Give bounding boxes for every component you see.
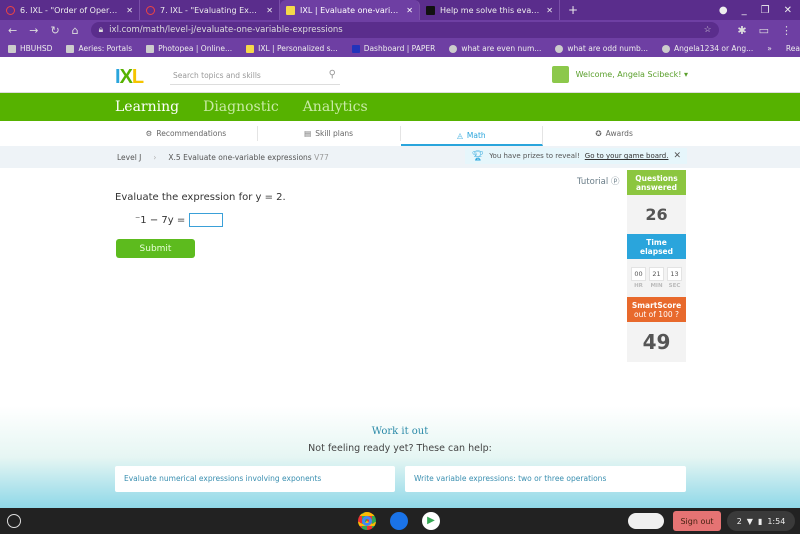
help-subtitle: Not feeling ready yet? These can help: <box>308 443 492 454</box>
launcher-icon[interactable] <box>7 514 21 528</box>
tab-recommendations[interactable]: ⚙ Recommendations <box>115 126 258 141</box>
math-icon: ◬ <box>457 130 463 140</box>
bookmark[interactable]: Aeries: Portals <box>66 44 132 53</box>
help-title: Work it out <box>371 426 429 437</box>
new-tab-icon[interactable]: + <box>560 3 578 17</box>
close-icon[interactable]: ✕ <box>673 151 681 161</box>
tab-strip: 6. IXL - "Order of Operations Pra✕ 7. IX… <box>0 0 800 20</box>
tab-skill-plans[interactable]: ▤ Skill plans <box>258 126 401 141</box>
recommendations-icon: ⚙ <box>145 129 153 138</box>
minimize-icon[interactable]: _ <box>742 5 747 16</box>
prize-banner: 🏆︎ You have prizes to reveal! Go to your… <box>465 148 687 164</box>
forward-icon[interactable]: → <box>29 24 38 37</box>
breadcrumb-level[interactable]: Level J <box>117 153 141 162</box>
submit-button[interactable]: Submit <box>116 239 195 258</box>
bookmark[interactable]: HBUHSD <box>8 44 52 53</box>
tutorial-link[interactable]: Tutorial ⓟ <box>577 175 619 187</box>
restore-icon[interactable]: ❐ <box>761 5 770 16</box>
search-icon[interactable]: ⚲ <box>329 69 336 80</box>
user-menu[interactable]: Welcome, Angela Scibeck! ▾ <box>551 66 688 83</box>
address-bar[interactable]: 🔒︎ ixl.com/math/level-j/evaluate-one-vari… <box>90 22 720 38</box>
profile-icon[interactable]: ● <box>719 5 728 16</box>
reload-icon[interactable]: ↻ <box>50 24 59 37</box>
nav-diagnostic[interactable]: Diagnostic <box>203 99 279 115</box>
sub-nav: ⚙ Recommendations ▤ Skill plans ◬ Math ✪ Awa… <box>0 121 800 146</box>
stats-panel: Questions answered 26 Time elapsed 00 HR 21… <box>627 170 686 362</box>
close-icon[interactable]: ✕ <box>406 6 413 15</box>
search-input[interactable]: Search topics and skills ⚲ <box>170 67 340 85</box>
bookmark[interactable]: Angela1234 or Ang... <box>661 44 753 53</box>
question-prompt: Evaluate the expression for y = 2. <box>115 192 286 203</box>
help-link[interactable]: Evaluate numerical expressions involving… <box>115 466 395 492</box>
practice-area: Evaluate the expression for y = 2. ⁻1 − … <box>0 168 800 508</box>
tab-math[interactable]: ◬ Math <box>400 126 544 146</box>
smartscore: 49 <box>642 329 671 354</box>
time-elapsed: 00 HR 21 MIN 13 SEC <box>627 259 686 297</box>
bookmarks-bar: HBUHSD Aeries: Portals Photopea | Online… <box>0 40 800 57</box>
lock-icon: 🔒︎ <box>98 25 104 35</box>
cast-icon[interactable]: ▭ <box>759 24 769 37</box>
os-shelf: ▶ Sign out 2 ▼ ▮ 1:54 <box>0 508 800 534</box>
ixl-red-circle-icon <box>6 5 15 15</box>
breadcrumb-skill: X.5 Evaluate one-variable expressions <box>168 152 312 162</box>
tote-icon[interactable] <box>628 513 664 529</box>
browser-tab[interactable]: 6. IXL - "Order of Operations Pra✕ <box>0 0 140 20</box>
smartscore-help[interactable]: out of 100 ? <box>627 310 686 319</box>
browser-tab[interactable]: Help me solve this evaluating ex✕ <box>420 0 560 20</box>
clock: 1:54 <box>767 516 786 526</box>
notification-count: 2 <box>736 516 742 526</box>
back-icon[interactable]: ← <box>8 24 17 37</box>
help-link[interactable]: Write variable expressions: two or three… <box>405 466 686 492</box>
chrome-icon[interactable] <box>358 512 376 530</box>
questions-answered: 26 <box>645 205 668 224</box>
battery-icon: ▮ <box>757 516 763 526</box>
close-window-icon[interactable]: ✕ <box>784 5 792 16</box>
star-icon[interactable]: ☆ <box>704 25 712 35</box>
trophy-icon: 🏆︎ <box>471 150 485 162</box>
reading-list[interactable]: Reading list <box>786 44 800 53</box>
skill-plans-icon: ▤ <box>304 129 312 138</box>
browser-tab[interactable]: 7. IXL - "Evaluating Expressions"✕ <box>140 0 280 20</box>
sign-out-button[interactable]: Sign out <box>673 511 721 531</box>
bookmark[interactable]: IXL | Personalized s... <box>246 44 338 53</box>
game-board-link[interactable]: Go to your game board. <box>585 152 669 160</box>
toolbar: ← → ↻ ⌂ 🔒︎ ixl.com/math/level-j/evaluate-one… <box>0 20 800 40</box>
close-icon[interactable]: ✕ <box>546 6 553 15</box>
extensions-icon[interactable]: ✱ <box>737 24 746 37</box>
answer-input[interactable] <box>189 213 224 227</box>
ixl-logo[interactable]: IXL <box>115 66 144 89</box>
home-icon[interactable]: ⌂ <box>72 24 79 37</box>
status-tray[interactable]: 2 ▼ ▮ 1:54 <box>727 511 795 531</box>
bookmark[interactable]: Photopea | Online... <box>146 44 232 53</box>
bookmark[interactable]: what are even num... <box>449 44 541 53</box>
close-icon[interactable]: ✕ <box>266 6 273 15</box>
browser-tab-active[interactable]: IXL | Evaluate one-variable expre✕ <box>280 0 420 20</box>
play-store-icon[interactable]: ▶ <box>422 512 440 530</box>
brainly-favicon <box>426 5 435 15</box>
ixl-favicon <box>286 5 295 15</box>
bookmark[interactable]: what are odd numb... <box>555 44 648 53</box>
more-bookmarks-icon[interactable]: » <box>767 44 772 53</box>
main-nav: Learning Diagnostic Analytics <box>0 93 800 121</box>
wifi-icon: ▼ <box>746 516 753 526</box>
ixl-red-circle-icon <box>146 5 155 15</box>
files-icon[interactable] <box>390 512 408 530</box>
menu-icon[interactable]: ⋮ <box>781 24 800 37</box>
nav-analytics[interactable]: Analytics <box>303 99 368 115</box>
nav-learning[interactable]: Learning <box>115 99 179 115</box>
avatar <box>551 66 569 83</box>
tab-awards[interactable]: ✪ Awards <box>543 126 685 141</box>
expression: ⁻1 − 7y = <box>135 214 186 226</box>
bookmark[interactable]: Dashboard | PAPER <box>351 44 435 53</box>
ixl-header: IXL Search topics and skills ⚲ Welcome, A… <box>0 57 800 93</box>
awards-icon: ✪ <box>595 129 602 138</box>
close-icon[interactable]: ✕ <box>126 6 133 15</box>
